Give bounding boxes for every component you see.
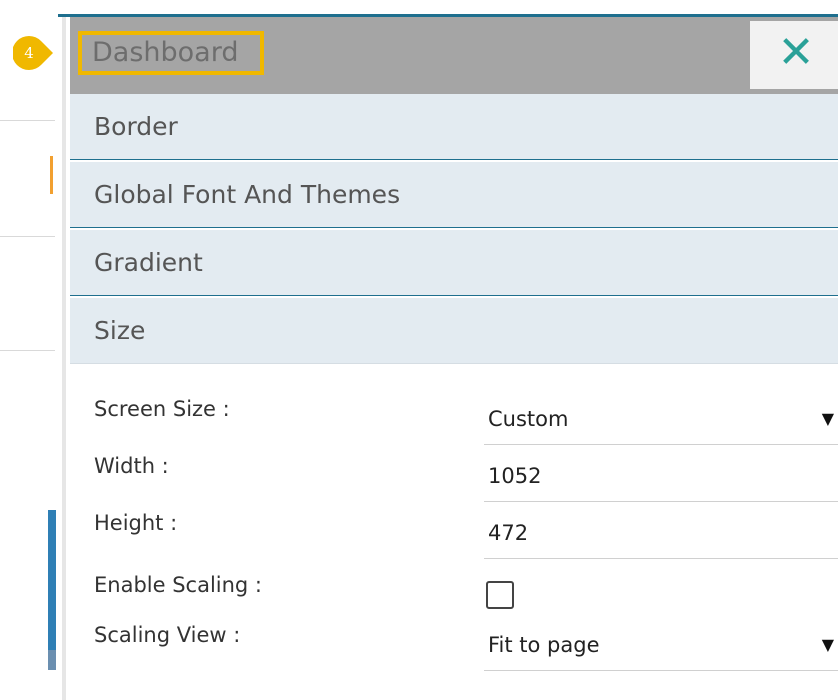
panel-header: Dashboard ✕	[70, 17, 838, 94]
screen-size-select[interactable]: Custom ▼	[484, 407, 838, 445]
enable-scaling-row: Enable Scaling :	[94, 573, 834, 625]
close-button[interactable]: ✕	[750, 21, 838, 89]
height-label: Height :	[94, 511, 178, 535]
close-icon: ✕	[777, 27, 815, 78]
enable-scaling-label: Enable Scaling :	[94, 573, 263, 597]
section-border[interactable]: Border	[70, 94, 838, 160]
section-size[interactable]: Size	[70, 298, 838, 364]
section-gradient[interactable]: Gradient	[70, 230, 838, 296]
width-input[interactable]: 1052	[484, 464, 838, 502]
enable-scaling-checkbox[interactable]	[486, 581, 514, 609]
screen-size-value: Custom	[488, 407, 569, 431]
background-divider	[0, 236, 55, 237]
screen-size-label: Screen Size :	[94, 397, 230, 421]
height-row: Height : 472	[94, 511, 838, 563]
width-label: Width :	[94, 454, 169, 478]
background-accent	[48, 510, 56, 650]
scaling-view-label: Scaling View :	[94, 623, 241, 647]
width-value: 1052	[488, 464, 542, 488]
dropdown-arrow-icon: ▼	[821, 635, 834, 654]
background-accent	[50, 156, 53, 194]
panel-title: Dashboard	[78, 31, 264, 75]
scaling-view-select[interactable]: Fit to page ▼	[484, 633, 838, 671]
step-badge-number: 4	[24, 44, 34, 62]
scaling-view-value: Fit to page	[488, 633, 600, 657]
background-divider	[0, 350, 55, 351]
screen-size-row: Screen Size : Custom ▼	[94, 397, 838, 449]
width-row: Width : 1052	[94, 454, 838, 506]
dashboard-properties-panel: Dashboard ✕ Border Global Font And Theme…	[62, 17, 838, 700]
section-global-font-and-themes[interactable]: Global Font And Themes	[70, 162, 838, 228]
scaling-view-row: Scaling View : Fit to page ▼	[94, 623, 838, 675]
background-accent	[48, 650, 56, 670]
height-value: 472	[488, 521, 529, 545]
background-divider	[0, 120, 55, 121]
dropdown-arrow-icon: ▼	[821, 409, 834, 428]
step-badge: 4	[12, 36, 53, 70]
height-input[interactable]: 472	[484, 521, 838, 559]
